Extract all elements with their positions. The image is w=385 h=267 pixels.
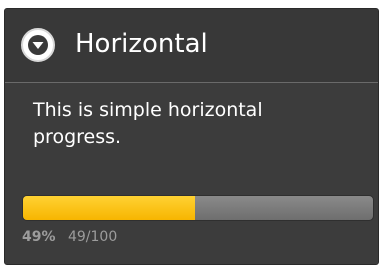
progress-dialog: Horizontal This is simple horizontal pro…	[4, 8, 379, 265]
dialog-message: This is simple horizontal progress.	[33, 99, 263, 148]
progress-percent: 49%	[22, 229, 56, 245]
chevron-down-icon	[21, 28, 55, 62]
dialog-content: This is simple horizontal progress. 49% …	[5, 83, 378, 264]
dialog-title-bar: Horizontal	[5, 9, 378, 83]
dialog-title: Horizontal	[75, 29, 208, 59]
progress-labels: 49% 49/100	[22, 228, 117, 246]
screen: Horizontal This is simple horizontal pro…	[0, 0, 385, 267]
progress-count: 49/100	[67, 229, 118, 245]
progress-bar	[22, 195, 374, 221]
progress-bar-fill	[23, 196, 195, 220]
chevron-down-icon-graphic	[28, 35, 48, 55]
